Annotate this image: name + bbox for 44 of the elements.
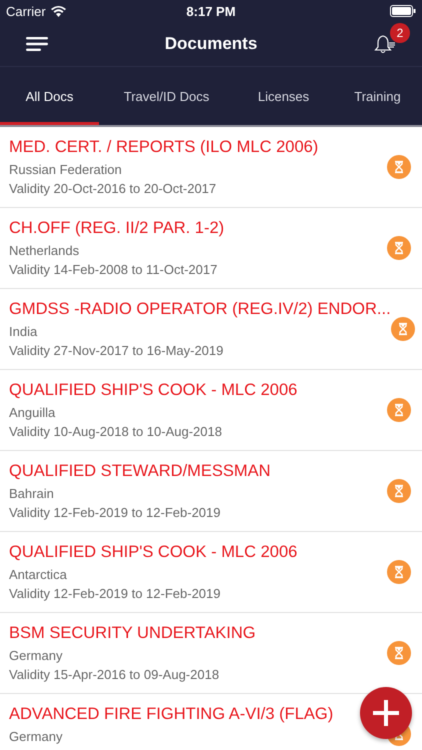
- bell-icon[interactable]: [374, 34, 396, 54]
- add-button[interactable]: [360, 687, 412, 739]
- plus-icon: [371, 698, 401, 728]
- document-validity: Validity 12-Feb-2019 to 12-Feb-2019: [9, 505, 222, 520]
- hourglass-icon: [387, 236, 411, 260]
- document-title[interactable]: QUALIFIED SHIP'S COOK - MLC 2006: [9, 542, 298, 562]
- status-time: 8:17 PM: [186, 4, 236, 18]
- notification-badge: 2: [390, 23, 410, 43]
- document-title[interactable]: QUALIFIED STEWARD/MESSMAN: [9, 461, 271, 481]
- hourglass-icon: [390, 317, 415, 341]
- hourglass-icon: [387, 479, 411, 503]
- wifi-icon: [50, 6, 66, 16]
- document-country: Germany: [9, 648, 64, 663]
- document-title[interactable]: CH.OFF (REG. II/2 PAR. 1-2): [9, 218, 224, 238]
- carrier-label: Carrier: [6, 4, 46, 18]
- document-validity: Validity 12-Feb-2019 to 12-Feb-2019: [9, 586, 222, 601]
- document-title[interactable]: ADVANCED FIRE FIGHTING A-VI/3 (FLAG): [9, 704, 334, 724]
- hourglass-icon: [387, 560, 411, 584]
- tab[interactable]: Travel/ID Docs: [99, 67, 234, 125]
- tab[interactable]: Licenses: [234, 67, 333, 125]
- document-country: India: [9, 324, 38, 339]
- hourglass-icon: [387, 398, 411, 422]
- menu-icon[interactable]: [26, 37, 48, 51]
- tab[interactable]: All Docs: [0, 67, 99, 125]
- hourglass-icon: [387, 641, 411, 665]
- document-country: Netherlands: [9, 243, 80, 258]
- document-title[interactable]: BSM SECURITY UNDERTAKING: [9, 623, 256, 643]
- document-validity: Validity 14-Feb-2008 to 11-Oct-2017: [9, 262, 218, 277]
- document-country: Anguilla: [9, 405, 56, 420]
- battery-icon: [390, 5, 416, 17]
- hourglass-icon: [387, 155, 411, 179]
- document-country: Germany: [9, 729, 64, 744]
- document-country: Bahrain: [9, 486, 55, 501]
- document-country: Russian Federation: [9, 162, 123, 177]
- document-country: Antarctica: [9, 567, 68, 582]
- document-validity: Validity 10-Aug-2018 to 10-Aug-2018: [9, 424, 223, 439]
- document-title[interactable]: MED. CERT. / REPORTS (ILO MLC 2006): [9, 137, 318, 157]
- document-validity: Validity 27-Nov-2017 to 16-May-2019: [9, 343, 224, 358]
- document-validity: Validity 15-Apr-2016 to 09-Aug-2018: [9, 667, 220, 682]
- document-validity: Validity 20-Oct-2016 to 20-Oct-2017: [9, 181, 218, 196]
- document-title[interactable]: QUALIFIED SHIP'S COOK - MLC 2006: [9, 380, 298, 400]
- document-title[interactable]: GMDSS -RADIO OPERATOR (REG.IV/2) ENDOR...: [9, 299, 391, 319]
- page-title: Documents: [164, 34, 258, 54]
- tab[interactable]: Training: [333, 67, 422, 125]
